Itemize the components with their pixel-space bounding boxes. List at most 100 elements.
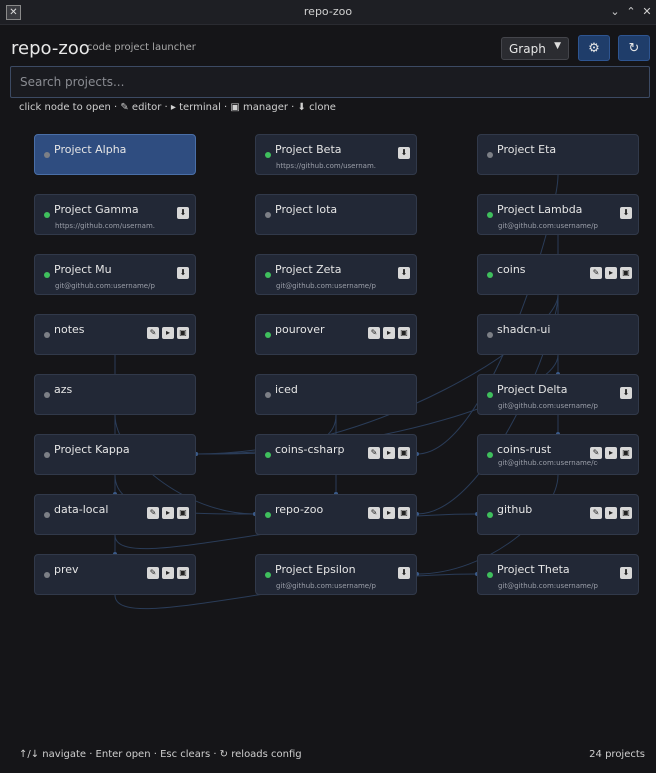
status-dot (487, 392, 493, 398)
open-manager-button[interactable]: ▣ (398, 447, 410, 459)
project-name: Project Delta (497, 383, 568, 396)
open-editor-button[interactable]: ✎ (147, 567, 159, 579)
open-terminal-button[interactable]: ▸ (162, 327, 174, 339)
project-name: Project Iota (275, 203, 338, 216)
status-dot (487, 512, 493, 518)
open-editor-button[interactable]: ✎ (368, 507, 380, 519)
open-manager-button[interactable]: ▣ (398, 507, 410, 519)
open-manager-button[interactable]: ▣ (620, 267, 632, 279)
project-node-project-theta[interactable]: Project Theta git@github.com:username/pr.… (477, 554, 639, 595)
open-terminal-button[interactable]: ▸ (605, 267, 617, 279)
project-name: Project Epsilon (275, 563, 356, 576)
project-node-project-zeta[interactable]: Project Zeta git@github.com:username/pr..… (255, 254, 417, 295)
open-editor-button[interactable]: ✎ (147, 507, 159, 519)
node-actions: ⬇ (620, 207, 632, 219)
open-editor-button[interactable]: ✎ (368, 447, 380, 459)
project-count: 24 projects (589, 749, 645, 760)
open-terminal-button[interactable]: ▸ (162, 507, 174, 519)
project-name: data-local (54, 503, 109, 516)
status-dot (44, 212, 50, 218)
node-actions: ✎ ▸ ▣ (590, 447, 632, 459)
clone-button[interactable]: ⬇ (177, 207, 189, 219)
project-node-project-mu[interactable]: Project Mu git@github.com:username/pr... ⬇ (34, 254, 196, 295)
project-node-project-iota[interactable]: Project Iota (255, 194, 417, 235)
project-name: iced (275, 383, 298, 396)
open-manager-button[interactable]: ▣ (177, 327, 189, 339)
open-terminal-button[interactable]: ▸ (605, 507, 617, 519)
status-dot (265, 212, 271, 218)
open-terminal-button[interactable]: ▸ (383, 447, 395, 459)
open-manager-button[interactable]: ▣ (177, 567, 189, 579)
open-terminal-button[interactable]: ▸ (383, 327, 395, 339)
status-dot (487, 332, 493, 338)
project-node-prev[interactable]: prev ✎ ▸ ▣ (34, 554, 196, 595)
project-node-project-beta[interactable]: Project Beta https://github.com/usernam..… (255, 134, 417, 175)
node-actions: ⬇ (177, 207, 189, 219)
project-node-project-epsilon[interactable]: Project Epsilon git@github.com:username/p… (255, 554, 417, 595)
project-node-project-gamma[interactable]: Project Gamma https://github.com/usernam.… (34, 194, 196, 235)
project-node-repo-zoo[interactable]: repo-zoo ✎ ▸ ▣ (255, 494, 417, 535)
open-manager-button[interactable]: ▣ (398, 327, 410, 339)
project-node-azs[interactable]: azs (34, 374, 196, 415)
project-name: shadcn-ui (497, 323, 551, 336)
project-remote-url: git@github.com:username/pr... (55, 282, 155, 290)
node-actions: ✎ ▸ ▣ (590, 267, 632, 279)
project-name: pourover (275, 323, 325, 336)
node-actions: ⬇ (398, 267, 410, 279)
project-name: coins-csharp (275, 443, 345, 456)
clone-button[interactable]: ⬇ (620, 387, 632, 399)
project-name: coins-rust (497, 443, 552, 456)
project-node-shadcn-ui[interactable]: shadcn-ui (477, 314, 639, 355)
clone-button[interactable]: ⬇ (620, 207, 632, 219)
project-remote-url: git@github.com:username/pr... (276, 582, 376, 590)
clone-button[interactable]: ⬇ (398, 267, 410, 279)
project-node-project-eta[interactable]: Project Eta (477, 134, 639, 175)
status-dot (265, 572, 271, 578)
project-node-pourover[interactable]: pourover ✎ ▸ ▣ (255, 314, 417, 355)
status-dot (487, 572, 493, 578)
clone-button[interactable]: ⬇ (398, 567, 410, 579)
open-editor-button[interactable]: ✎ (590, 447, 602, 459)
project-remote-url: https://github.com/usernam... (276, 162, 376, 170)
keyboard-hint: ↑/↓ navigate · Enter open · Esc clears ·… (19, 749, 302, 760)
project-remote-url: https://github.com/usernam... (55, 222, 155, 230)
status-dot (44, 452, 50, 458)
project-node-notes[interactable]: notes ✎ ▸ ▣ (34, 314, 196, 355)
open-editor-button[interactable]: ✎ (368, 327, 380, 339)
open-terminal-button[interactable]: ▸ (162, 567, 174, 579)
project-name: Project Gamma (54, 203, 139, 216)
project-name: Project Eta (497, 143, 557, 156)
open-manager-button[interactable]: ▣ (620, 447, 632, 459)
status-dot (265, 152, 271, 158)
open-manager-button[interactable]: ▣ (620, 507, 632, 519)
node-actions: ✎ ▸ ▣ (368, 447, 410, 459)
project-node-project-delta[interactable]: Project Delta git@github.com:username/pr.… (477, 374, 639, 415)
project-node-coins-rust[interactable]: coins-rust git@github.com:username/co... ✎… (477, 434, 639, 475)
status-dot (265, 332, 271, 338)
open-manager-button[interactable]: ▣ (177, 507, 189, 519)
project-node-coins-csharp[interactable]: coins-csharp ✎ ▸ ▣ (255, 434, 417, 475)
project-node-project-lambda[interactable]: Project Lambda git@github.com:username/pr… (477, 194, 639, 235)
project-node-iced[interactable]: iced (255, 374, 417, 415)
project-name: prev (54, 563, 79, 576)
status-dot (265, 392, 271, 398)
project-node-project-kappa[interactable]: Project Kappa (34, 434, 196, 475)
clone-button[interactable]: ⬇ (177, 267, 189, 279)
open-editor-button[interactable]: ✎ (590, 267, 602, 279)
status-dot (487, 152, 493, 158)
node-actions: ⬇ (620, 387, 632, 399)
project-node-project-alpha[interactable]: Project Alpha (34, 134, 196, 175)
open-editor-button[interactable]: ✎ (147, 327, 159, 339)
project-name: repo-zoo (275, 503, 324, 516)
open-terminal-button[interactable]: ▸ (383, 507, 395, 519)
status-dot (265, 272, 271, 278)
node-actions: ⬇ (620, 567, 632, 579)
open-editor-button[interactable]: ✎ (590, 507, 602, 519)
clone-button[interactable]: ⬇ (620, 567, 632, 579)
project-node-coins[interactable]: coins ✎ ▸ ▣ (477, 254, 639, 295)
node-actions: ✎ ▸ ▣ (147, 567, 189, 579)
project-node-data-local[interactable]: data-local ✎ ▸ ▣ (34, 494, 196, 535)
open-terminal-button[interactable]: ▸ (605, 447, 617, 459)
project-node-github[interactable]: github ✎ ▸ ▣ (477, 494, 639, 535)
clone-button[interactable]: ⬇ (398, 147, 410, 159)
